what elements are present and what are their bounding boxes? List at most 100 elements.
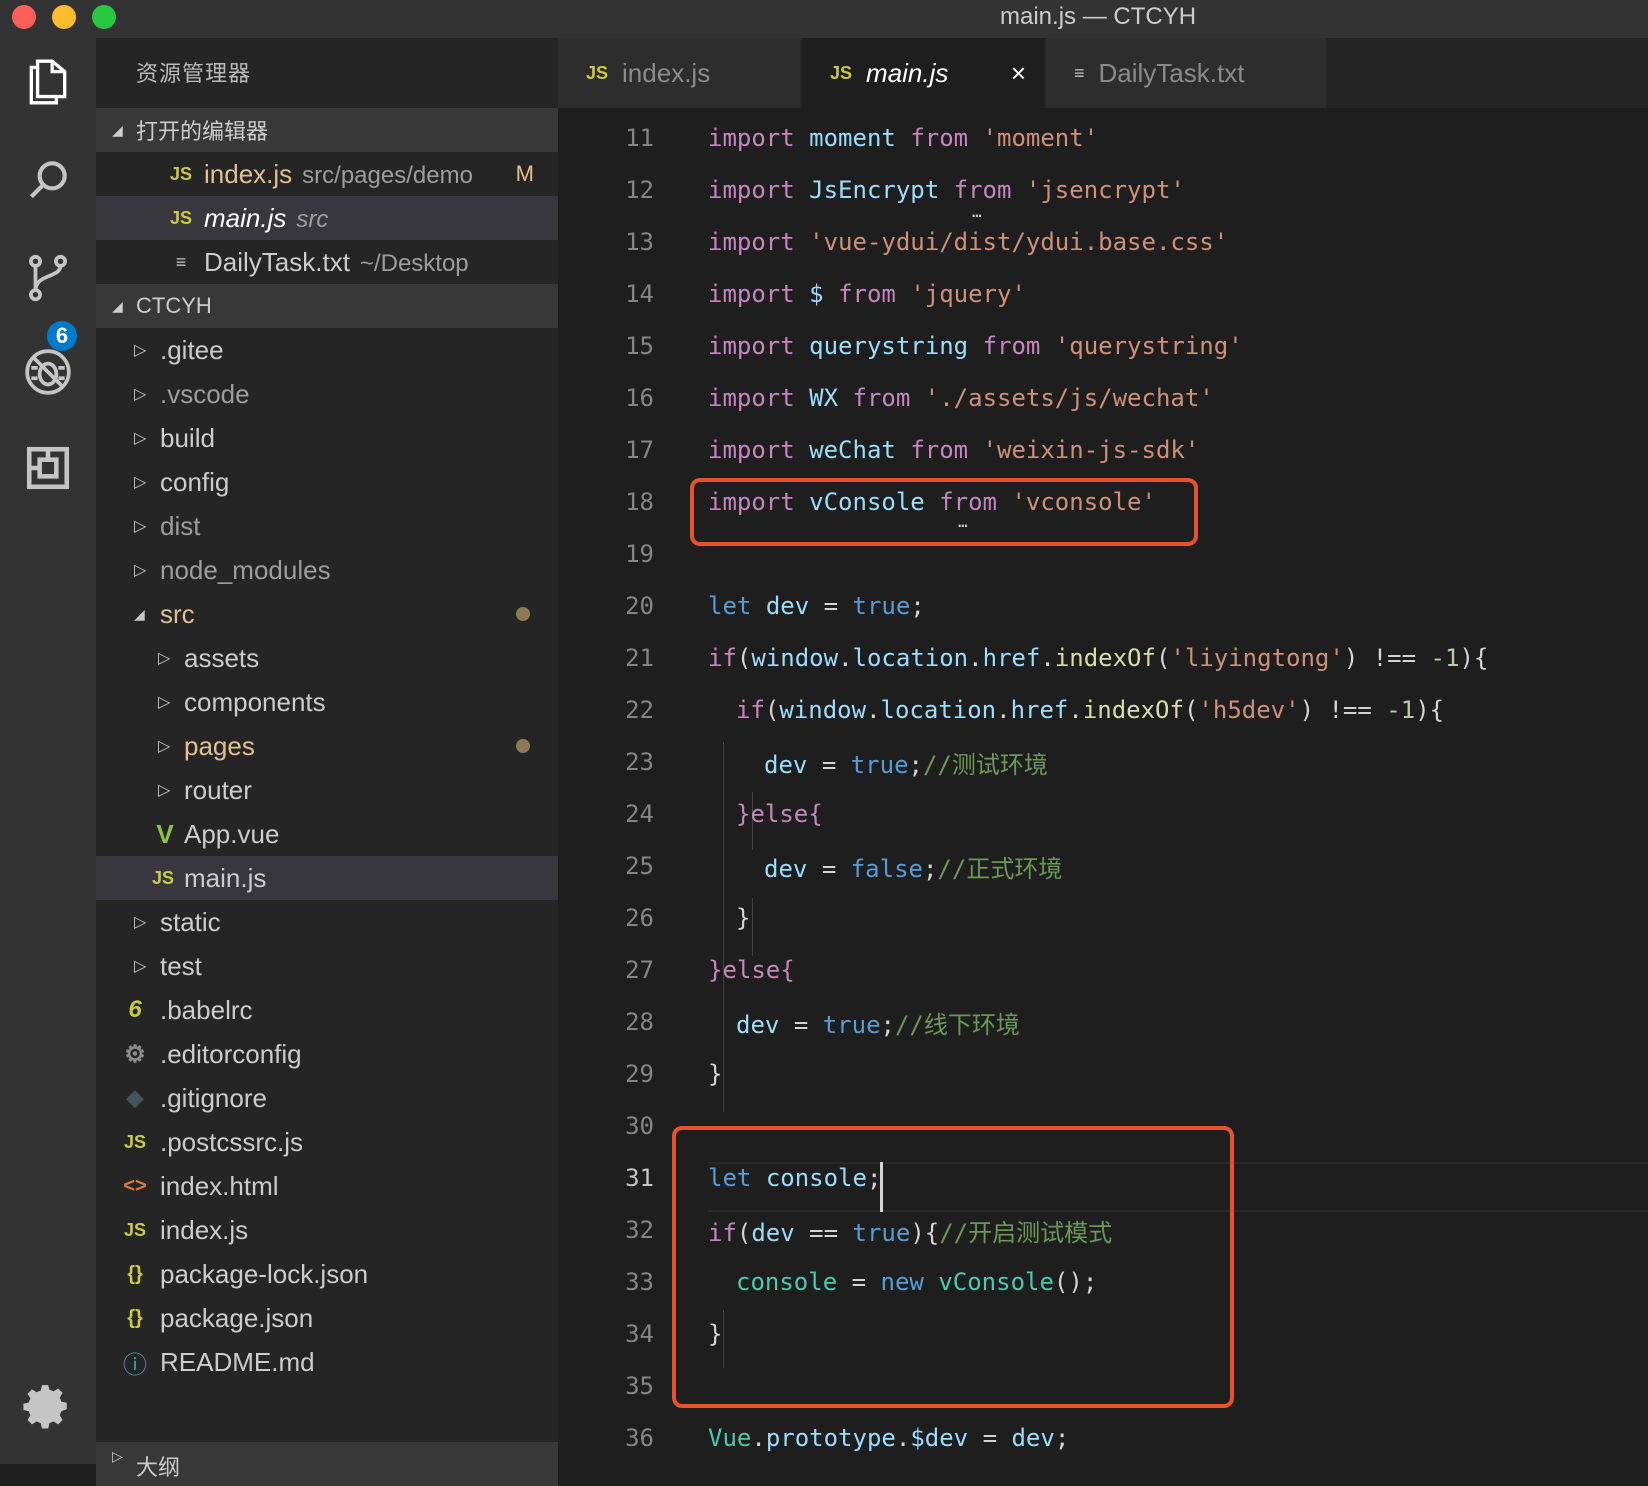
modified-badge: M [515, 161, 534, 186]
json-file-icon: {} [127, 1262, 143, 1285]
tab-main-js[interactable]: JS main.js × [802, 38, 1044, 108]
tree-file[interactable]: {} package.json [96, 1296, 558, 1340]
code-text: dev = false;//正式环境 [764, 849, 1062, 884]
tree-file[interactable]: JS index.js [96, 1208, 558, 1252]
tree-folder[interactable]: ▷ pages [96, 724, 558, 768]
code-line: 17 import weChat from 'weixin-js-sdk' [558, 424, 1648, 476]
folder-name: config [160, 466, 230, 497]
tree-folder[interactable]: ▷ components [96, 680, 558, 724]
tree-folder[interactable]: ▷ .vscode [96, 372, 558, 416]
code-token: $dev [910, 1424, 969, 1452]
code-token: querystring [809, 332, 969, 360]
highlight-box-import [690, 478, 1198, 546]
code-token: dev [764, 854, 808, 883]
tree-folder[interactable]: ▷ assets [96, 636, 558, 680]
tree-folder[interactable]: ▷ dist [96, 504, 558, 548]
code-token: . [838, 644, 853, 672]
open-editor-item[interactable]: ≡ DailyTask.txt ~/Desktop [96, 240, 558, 284]
open-editor-item[interactable]: JS index.js src/pages/demo M [96, 152, 558, 196]
code-text: }else{ [708, 956, 795, 984]
tab-index-js[interactable]: JS index.js [558, 38, 800, 108]
js-file-icon: JS [123, 1219, 147, 1240]
tree-file[interactable]: ⚙ .editorconfig [96, 1032, 558, 1076]
code-token: import [708, 436, 795, 464]
code-token: . [996, 696, 1011, 724]
close-icon[interactable]: × [1011, 58, 1026, 89]
folder-name: components [184, 686, 326, 717]
tree-folder[interactable]: ▷ test [96, 944, 558, 988]
code-token: dev [765, 592, 810, 620]
tab-dailytask-txt[interactable]: ≡ DailyTask.txt [1046, 38, 1326, 108]
code-token: ( [1155, 644, 1171, 672]
debug-icon[interactable] [20, 344, 76, 400]
code-line: 15 import querystring from 'querystring' [558, 320, 1648, 372]
zoom-window-button[interactable] [92, 5, 116, 29]
code-token: 'h5dev' [1198, 696, 1300, 724]
tree-file[interactable]: 6 .babelrc [96, 988, 558, 1032]
code-line: 24 }else{ [558, 788, 1648, 840]
code-token: -1 [1386, 696, 1416, 724]
folder-name: test [160, 950, 202, 981]
babel-file-icon: 6 [128, 996, 142, 1023]
open-editors-header[interactable]: ◢ 打开的编辑器 [96, 108, 558, 152]
tree-folder[interactable]: ▷ static [96, 900, 558, 944]
code-editor[interactable]: 11 import moment from 'moment' 12 import J… [558, 108, 1648, 1464]
code-token: 'liyingtong' [1170, 644, 1344, 672]
outline-header[interactable]: ▷ 大纲 [96, 1442, 558, 1486]
info-file-icon: ⓘ [123, 1351, 147, 1379]
project-header[interactable]: ◢ CTCYH [96, 284, 558, 328]
tree-folder[interactable]: ▷ .gitee [96, 328, 558, 372]
code-token: moment [809, 124, 896, 152]
tree-file[interactable]: <> index.html [96, 1164, 558, 1208]
open-editor-item[interactable]: JS main.js src [96, 196, 558, 240]
line-number: 22 [625, 696, 654, 724]
tree-folder[interactable]: ▷ router [96, 768, 558, 812]
search-icon[interactable] [20, 152, 76, 208]
tree-folder[interactable]: ◢ src [96, 592, 558, 636]
close-window-button[interactable] [12, 5, 36, 29]
file-name: index.js [204, 158, 293, 189]
code-token: true [852, 592, 911, 620]
minimize-window-button[interactable] [52, 5, 76, 29]
extensions-icon[interactable] [20, 440, 76, 496]
gear-icon[interactable] [20, 1378, 76, 1434]
line-number: 18 [625, 488, 654, 516]
tree-file[interactable]: ◆ .gitignore [96, 1076, 558, 1120]
code-line: 21 if(window.location.href.indexOf('liyin… [558, 632, 1648, 684]
tree-file[interactable]: JS .postcssrc.js [96, 1120, 558, 1164]
git-file-icon: ◆ [126, 1085, 144, 1110]
source-control-icon[interactable] [20, 250, 76, 306]
tree-file[interactable]: JS main.js [96, 856, 558, 900]
files-icon[interactable] [20, 54, 76, 110]
config-file-icon: ⚙ [124, 1040, 146, 1068]
tree-file[interactable]: {} package-lock.json [96, 1252, 558, 1296]
code-token: ){ [1459, 644, 1489, 672]
folder-name: static [160, 906, 221, 937]
code-token: -1 [1430, 644, 1460, 672]
text-file-icon: ≡ [175, 251, 187, 272]
tree-folder[interactable]: ▷ config [96, 460, 558, 504]
code-token: href [1010, 696, 1069, 724]
folder-name: build [160, 422, 215, 453]
tree-folder[interactable]: ▷ node_modules [96, 548, 558, 592]
code-token: ; [908, 750, 923, 779]
code-token: }else{ [736, 800, 823, 828]
tree-folder[interactable]: ▷ build [96, 416, 558, 460]
line-number: 25 [625, 852, 654, 880]
modified-dot [516, 607, 530, 621]
code-token: Vue [708, 1424, 752, 1452]
chevron-down-icon: ◢ [112, 297, 123, 314]
tree-file[interactable]: ⓘ README.md [96, 1340, 558, 1384]
tab-label: main.js [866, 57, 949, 88]
tree-file[interactable]: V App.vue [96, 812, 558, 856]
chevron-right-icon: ▷ [112, 1448, 123, 1464]
tab-label: DailyTask.txt [1098, 57, 1245, 88]
line-number: 24 [625, 800, 654, 828]
code-line: 22 if(window.location.href.indexOf('h5dev… [558, 684, 1648, 736]
line-number: 28 [625, 1008, 654, 1036]
chevron-right-icon: ▷ [134, 430, 147, 447]
code-token: location [880, 696, 997, 724]
file-name: DailyTask.txt [204, 246, 350, 277]
code-token: 'jquery' [910, 280, 1026, 308]
code-text: import WX from './assets/js/wechat' [708, 384, 1214, 412]
